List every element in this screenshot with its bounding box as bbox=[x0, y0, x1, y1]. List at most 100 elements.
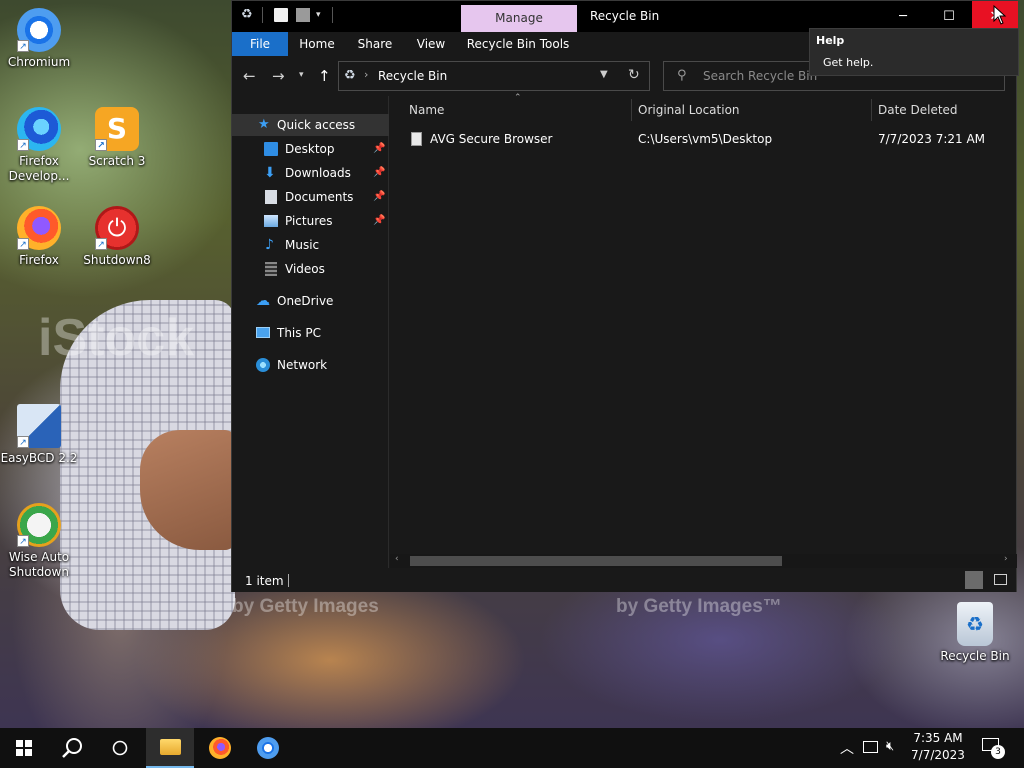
tab-view[interactable]: View bbox=[407, 32, 455, 56]
task-view-button[interactable] bbox=[96, 728, 144, 768]
firefox-icon bbox=[209, 737, 231, 759]
desktop-icon-label: EasyBCD 2.2 bbox=[0, 451, 78, 465]
show-hidden-icons-chevron-icon[interactable]: ︿ bbox=[840, 738, 854, 758]
windows-logo-icon bbox=[16, 740, 32, 756]
taskbar-chromium[interactable] bbox=[244, 728, 292, 768]
desktop-icon-wise-auto-shutdown[interactable]: ↗ Wise Auto Shutdown bbox=[0, 503, 78, 580]
column-header-name[interactable]: Name bbox=[409, 103, 444, 117]
details-view-icon[interactable] bbox=[965, 571, 983, 589]
scrollbar-thumb[interactable] bbox=[410, 556, 782, 566]
nav-item-music[interactable]: ♪ Music bbox=[232, 234, 389, 256]
nav-item-network[interactable]: Network bbox=[232, 354, 389, 376]
action-center-button[interactable]: 3 bbox=[982, 738, 1005, 759]
nav-item-desktop[interactable]: Desktop 📌 bbox=[232, 138, 389, 160]
back-arrow-icon[interactable]: ← bbox=[243, 67, 256, 85]
manage-context-tab[interactable]: Manage bbox=[461, 5, 577, 32]
taskbar-firefox[interactable] bbox=[196, 728, 244, 768]
cloud-icon: ☁ bbox=[256, 293, 270, 309]
status-bar: 1 item bbox=[232, 568, 1016, 592]
status-divider bbox=[288, 574, 289, 587]
desktop-icon-firefox-developer[interactable]: ↗ Firefox Develop... bbox=[0, 107, 78, 184]
tab-file[interactable]: File bbox=[232, 32, 288, 56]
clock-time: 7:35 AM bbox=[913, 731, 963, 745]
recent-locations-chevron-icon[interactable]: ▾ bbox=[299, 70, 304, 80]
horizontal-scrollbar[interactable]: ‹ › bbox=[390, 554, 1017, 568]
clock-date: 7/7/2023 bbox=[911, 748, 965, 762]
download-arrow-icon: ⬇ bbox=[264, 165, 276, 181]
shortcut-arrow-icon: ↗ bbox=[17, 535, 29, 547]
large-icons-view-icon[interactable] bbox=[994, 574, 1007, 585]
desktop-icon-firefox[interactable]: ↗ Firefox bbox=[0, 206, 78, 268]
help-tooltip: Help Get help. bbox=[809, 28, 1019, 76]
nav-item-videos[interactable]: Videos bbox=[232, 258, 389, 280]
tab-recycle-bin-tools[interactable]: Recycle Bin Tools bbox=[464, 32, 572, 56]
desktop-icon-scratch[interactable]: S ↗ Scratch 3 bbox=[78, 107, 156, 169]
nav-item-pictures[interactable]: Pictures 📌 bbox=[232, 210, 389, 232]
nav-item-quick-access[interactable]: ★ Quick access bbox=[232, 114, 389, 136]
wise-auto-shutdown-icon: ↗ bbox=[17, 503, 61, 547]
tab-home[interactable]: Home bbox=[292, 32, 342, 56]
recycle-bin-icon: ♻ bbox=[957, 602, 993, 646]
nav-item-documents[interactable]: Documents 📌 bbox=[232, 186, 389, 208]
tab-share[interactable]: Share bbox=[350, 32, 400, 56]
desktop-icon-chromium[interactable]: ↗ Chromium bbox=[0, 8, 78, 70]
row-date-deleted: 7/7/2023 7:21 AM bbox=[878, 132, 986, 146]
desktop-icon-shutdown8[interactable]: ⏻ ↗ Shutdown8 bbox=[78, 206, 156, 268]
row-name: AVG Secure Browser bbox=[430, 132, 553, 146]
desktop-icon-label: Scratch 3 bbox=[88, 154, 146, 168]
column-header-date-deleted[interactable]: Date Deleted bbox=[878, 103, 958, 117]
nav-label: Music bbox=[285, 238, 320, 252]
firefox-icon: ↗ bbox=[17, 206, 61, 250]
shortcut-arrow-icon: ↗ bbox=[95, 238, 107, 250]
forward-arrow-icon[interactable]: → bbox=[272, 67, 285, 85]
computer-icon bbox=[256, 327, 270, 338]
power-icon: ⏻ ↗ bbox=[95, 206, 139, 250]
column-header-original-location[interactable]: Original Location bbox=[638, 103, 740, 117]
sort-ascending-icon: ⌃ bbox=[514, 93, 522, 103]
nav-label: Pictures bbox=[285, 214, 333, 228]
properties-icon[interactable] bbox=[274, 8, 288, 22]
address-bar[interactable]: ♻ › Recycle Bin ▼ ↻ bbox=[338, 61, 650, 91]
recycle-bin-small-icon: ♻ bbox=[241, 7, 253, 22]
search-button[interactable] bbox=[48, 728, 96, 768]
column-divider[interactable] bbox=[631, 99, 632, 121]
desktop-folder-icon bbox=[264, 142, 278, 156]
address-dropdown-icon[interactable]: ▼ bbox=[600, 69, 608, 80]
scroll-left-icon[interactable]: ‹ bbox=[395, 554, 399, 564]
clock[interactable]: 7:35 AM 7/7/2023 bbox=[908, 730, 968, 764]
new-folder-icon[interactable] bbox=[296, 8, 310, 22]
nav-item-this-pc[interactable]: This PC bbox=[232, 322, 389, 344]
nav-item-downloads[interactable]: ⬇ Downloads 📌 bbox=[232, 162, 389, 184]
nav-label: Desktop bbox=[285, 142, 335, 156]
up-arrow-icon[interactable]: ↑ bbox=[318, 67, 331, 85]
nav-label: OneDrive bbox=[277, 294, 334, 308]
taskbar-file-explorer[interactable] bbox=[146, 728, 194, 768]
nav-label: This PC bbox=[277, 326, 321, 340]
videos-icon bbox=[265, 262, 277, 276]
desktop-icon-easybcd[interactable]: ↗ EasyBCD 2.2 bbox=[0, 404, 78, 466]
pin-icon[interactable]: 📌 bbox=[373, 138, 385, 160]
wallpaper-watermark: by Getty Images™ bbox=[616, 596, 782, 617]
network-status-icon[interactable] bbox=[863, 741, 878, 753]
desktop-icon-recycle-bin[interactable]: ♻ Recycle Bin bbox=[936, 602, 1014, 664]
nav-label: Network bbox=[277, 358, 328, 372]
table-row[interactable]: AVG Secure Browser C:\Users\vm5\Desktop … bbox=[390, 126, 1017, 152]
column-divider[interactable] bbox=[871, 99, 872, 121]
file-icon bbox=[411, 132, 422, 146]
nav-item-onedrive[interactable]: ☁ OneDrive bbox=[232, 290, 389, 312]
desktop-icon-label: Recycle Bin bbox=[940, 649, 1010, 663]
start-button[interactable] bbox=[0, 728, 48, 768]
wallpaper-watermark: by Getty Images bbox=[232, 596, 379, 617]
shortcut-arrow-icon: ↗ bbox=[95, 139, 107, 151]
refresh-icon[interactable]: ↻ bbox=[628, 67, 640, 83]
pin-icon[interactable]: 📌 bbox=[373, 210, 385, 232]
scroll-right-icon[interactable]: › bbox=[1004, 554, 1008, 564]
pin-icon[interactable]: 📌 bbox=[373, 186, 385, 208]
customize-toolbar-chevron-icon[interactable]: ▾ bbox=[316, 8, 330, 22]
pin-icon[interactable]: 📌 bbox=[373, 162, 385, 184]
nav-label: Videos bbox=[285, 262, 325, 276]
nav-label: Downloads bbox=[285, 166, 351, 180]
tooltip-text: Get help. bbox=[823, 56, 874, 69]
desktop-icon-label: Chromium bbox=[7, 55, 71, 69]
speaker-muted-icon[interactable]: 🔇︎ bbox=[886, 739, 894, 754]
